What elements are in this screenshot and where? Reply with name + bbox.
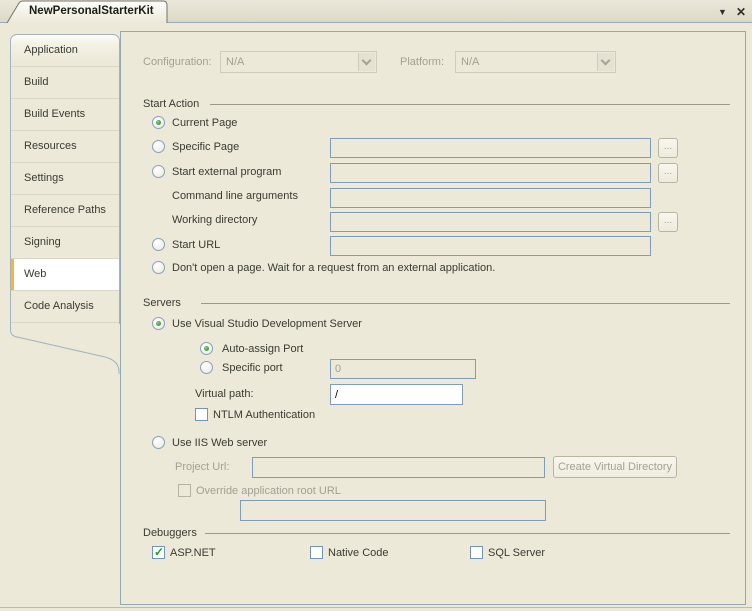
tabstrip-actions: ▼ ✕ (718, 0, 746, 23)
sidebar-item-application[interactable]: Application (11, 35, 119, 67)
native-code-debugger-label: Native Code (328, 547, 389, 559)
configuration-dropdown[interactable]: N/A (220, 51, 377, 73)
sidebar-item-build-events[interactable]: Build Events (11, 99, 119, 131)
sidebar-item-label: Resources (24, 140, 77, 152)
configuration-value: N/A (226, 56, 244, 68)
sidebar-item-web[interactable]: Web (11, 259, 119, 291)
sidebar-item-reference-paths[interactable]: Reference Paths (11, 195, 119, 227)
start-action-section-title: Start Action (143, 98, 199, 110)
ntlm-authentication-checkbox[interactable] (195, 408, 208, 421)
specific-page-label: Specific Page (172, 141, 239, 153)
virtual-path-label: Virtual path: (195, 388, 254, 400)
native-code-debugger-checkbox[interactable] (310, 546, 323, 559)
sidebar-item-settings[interactable]: Settings (11, 163, 119, 195)
sidebar-item-label: Reference Paths (24, 204, 106, 216)
command-line-arguments-field[interactable] (330, 188, 651, 208)
category-tab-strip-tail (10, 324, 120, 374)
sidebar-item-signing[interactable]: Signing (11, 227, 119, 259)
specific-page-field[interactable] (330, 138, 651, 158)
dont-open-page-radio[interactable] (152, 261, 165, 274)
configuration-label: Configuration: (143, 56, 212, 68)
sidebar-item-label: Web (24, 268, 46, 280)
debuggers-section-title: Debuggers (143, 527, 197, 539)
working-directory-browse-button[interactable]: ... (658, 212, 678, 232)
command-line-arguments-label: Command line arguments (172, 190, 298, 202)
section-divider (205, 533, 730, 534)
sql-server-debugger-checkbox[interactable] (470, 546, 483, 559)
start-external-program-field[interactable] (330, 163, 651, 183)
category-tab-strip: Application Build Build Events Resources… (10, 34, 120, 324)
platform-label: Platform: (400, 56, 444, 68)
sidebar-item-label: Code Analysis (24, 300, 94, 312)
ntlm-authentication-label: NTLM Authentication (213, 409, 315, 421)
start-external-program-label: Start external program (172, 166, 281, 178)
override-root-url-field[interactable] (240, 500, 546, 521)
working-directory-field[interactable] (330, 212, 651, 232)
document-tabstrip: NewPersonalStarterKit ▼ ✕ (0, 0, 752, 23)
document-tab-label: NewPersonalStarterKit (29, 5, 154, 17)
use-vs-dev-server-radio[interactable] (152, 317, 165, 330)
specific-port-radio[interactable] (200, 361, 213, 374)
project-url-label: Project Url: (175, 461, 229, 473)
sql-server-debugger-label: SQL Server (488, 547, 545, 559)
specific-port-label: Specific port (222, 362, 283, 374)
document-bottom-edge (0, 607, 752, 608)
sidebar-item-label: Application (24, 44, 78, 56)
use-vs-dev-server-label: Use Visual Studio Development Server (172, 318, 362, 330)
start-url-radio[interactable] (152, 238, 165, 251)
specific-page-browse-button[interactable]: ... (658, 138, 678, 158)
project-url-field[interactable] (252, 457, 545, 478)
platform-dropdown-button[interactable] (597, 53, 614, 71)
override-root-url-label: Override application root URL (196, 485, 341, 497)
current-page-label: Current Page (172, 117, 237, 129)
dont-open-page-label: Don't open a page. Wait for a request fr… (172, 262, 495, 274)
section-divider (201, 303, 730, 304)
virtual-path-field[interactable] (330, 384, 463, 405)
start-url-field[interactable] (330, 236, 651, 256)
specific-port-field[interactable]: 0 (330, 359, 476, 379)
platform-value: N/A (461, 56, 479, 68)
section-divider (210, 104, 730, 105)
start-external-program-radio[interactable] (152, 165, 165, 178)
override-root-url-checkbox[interactable] (178, 484, 191, 497)
sidebar-item-build[interactable]: Build (11, 67, 119, 99)
web-settings-panel: Configuration: N/A Platform: N/A Start A… (120, 31, 746, 605)
aspnet-debugger-checkbox[interactable] (152, 546, 165, 559)
sidebar-item-code-analysis[interactable]: Code Analysis (11, 291, 119, 323)
project-designer-window: NewPersonalStarterKit ▼ ✕ Application Bu… (0, 0, 752, 611)
specific-page-radio[interactable] (152, 140, 165, 153)
use-iis-web-server-label: Use IIS Web server (172, 437, 267, 449)
sidebar-item-label: Build (24, 76, 48, 88)
working-directory-label: Working directory (172, 214, 257, 226)
platform-dropdown[interactable]: N/A (455, 51, 616, 73)
chevron-down-icon (601, 56, 611, 66)
sidebar-item-label: Build Events (24, 108, 85, 120)
current-page-radio[interactable] (152, 116, 165, 129)
chevron-down-icon (362, 56, 372, 66)
tab-list-dropdown-icon[interactable]: ▼ (718, 7, 727, 17)
auto-assign-port-label: Auto-assign Port (222, 343, 303, 355)
sidebar-item-label: Signing (24, 236, 61, 248)
document-tab[interactable]: NewPersonalStarterKit (6, 0, 170, 23)
close-icon[interactable]: ✕ (736, 5, 746, 19)
create-virtual-directory-button[interactable]: Create Virtual Directory (553, 456, 677, 478)
start-external-program-browse-button[interactable]: ... (658, 163, 678, 183)
servers-section-title: Servers (143, 297, 181, 309)
sidebar-item-label: Settings (24, 172, 64, 184)
start-url-label: Start URL (172, 239, 220, 251)
configuration-dropdown-button[interactable] (358, 53, 375, 71)
aspnet-debugger-label: ASP.NET (170, 547, 216, 559)
auto-assign-port-radio[interactable] (200, 342, 213, 355)
use-iis-web-server-radio[interactable] (152, 436, 165, 449)
sidebar-item-resources[interactable]: Resources (11, 131, 119, 163)
